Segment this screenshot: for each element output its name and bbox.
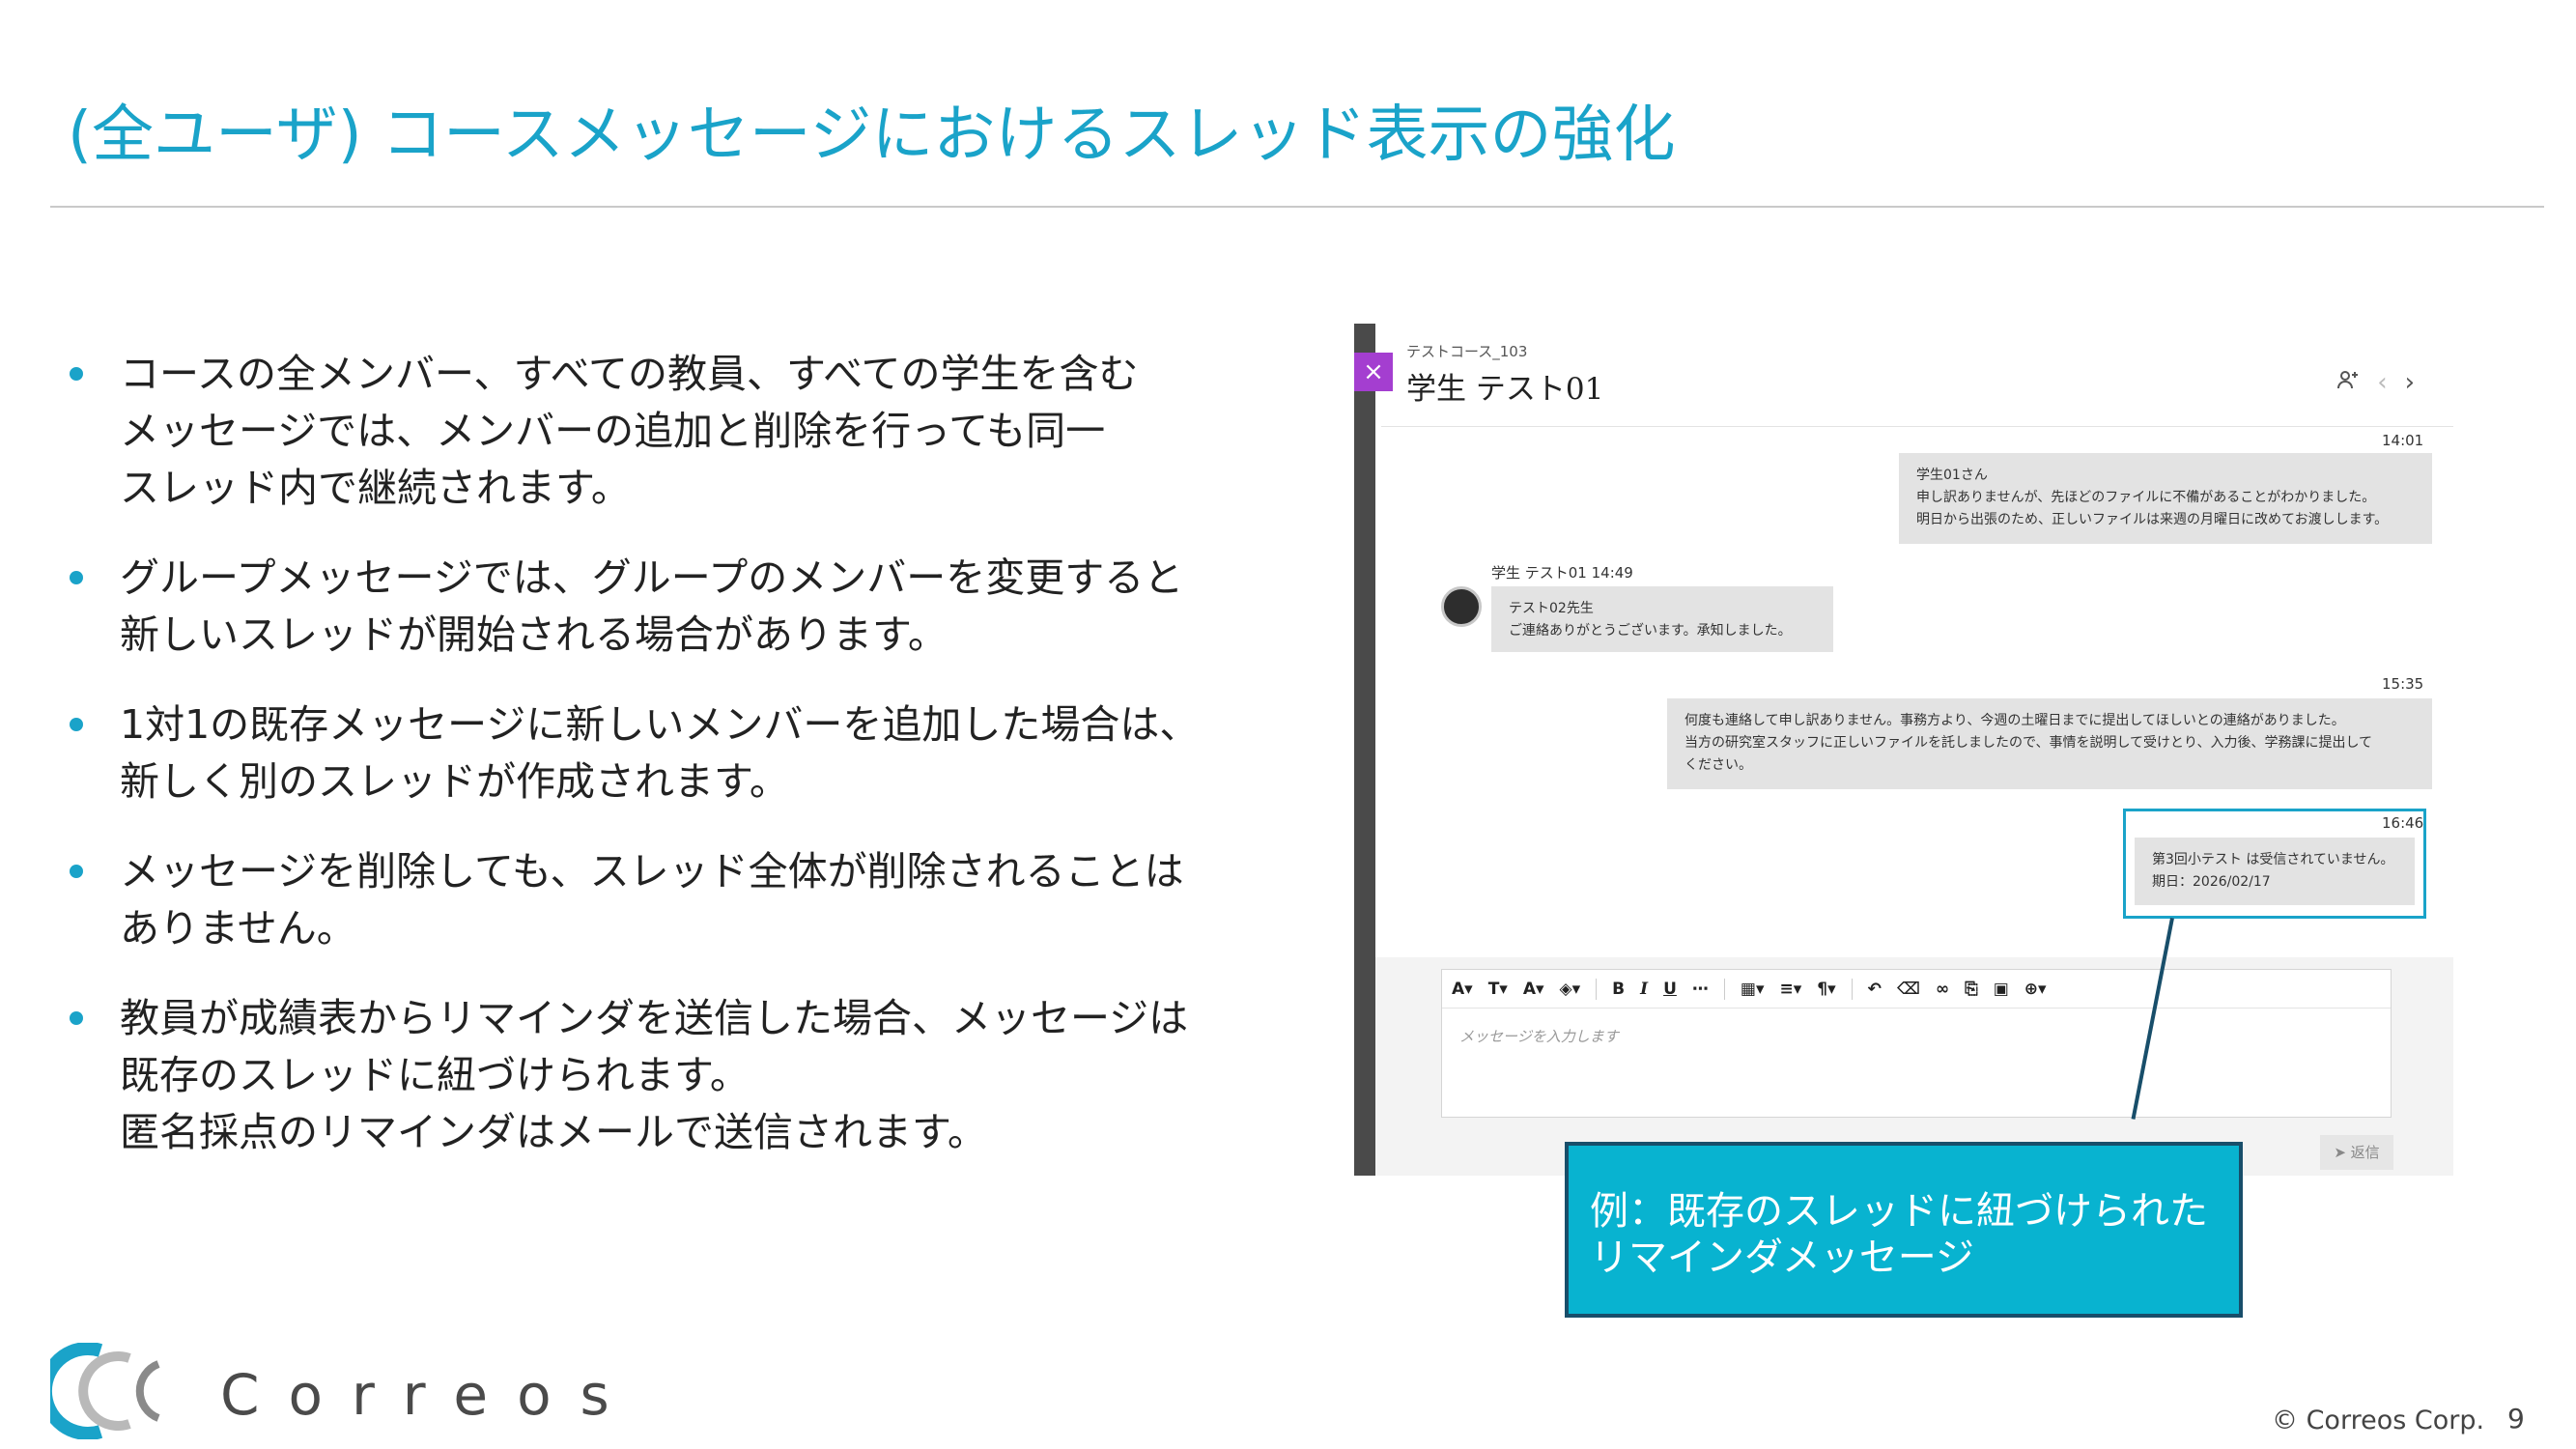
course-name: テストコース_103 (1406, 343, 1528, 360)
slide-title: (全ユーザ) コースメッセージにおけるスレッド表示の強化 (68, 99, 1676, 171)
send-icon: ➤ (2334, 1144, 2346, 1161)
callout-text: 例：既存のスレッドに紐づけられた (1590, 1189, 2208, 1234)
editor-toolbar: A▾ T▾ A▾ ◈▾ B I U ⋯ ▦▾ ≡▾ ¶▾ ↶ ⌫ ∞ ⎘ ▣ ⊕… (1442, 970, 2391, 1009)
message-bubble: テスト02先生 ご連絡ありがとうございます。承知しました。 (1491, 586, 1833, 652)
header-divider (1381, 426, 2453, 427)
message-bubble: 何度も連絡して申し訳ありません。事務方より、今週の土曜日までに提出してほしいとの… (1667, 698, 2432, 789)
message-text: ください。 (1684, 757, 1752, 773)
link-icon[interactable]: ∞ (1936, 980, 1949, 999)
toolbar-separator (1596, 978, 1598, 1000)
bullet-item: グループメッセージでは、グループのメンバーを変更すると 新しいスレッドが開始され… (68, 550, 1294, 664)
bullet-line: ありません。 (120, 905, 356, 952)
font-style-icon[interactable]: A▾ (1452, 980, 1473, 999)
message-time: 14:01 (2382, 432, 2424, 449)
toolbar-separator (1851, 978, 1853, 1000)
bullet-line: 1対1の既存メッセージに新しいメンバーを追加した場合は、 (120, 701, 1200, 748)
bullet-dot (70, 865, 83, 878)
bullet-line: メッセージでは、メンバーの追加と削除を行っても同一 (120, 408, 1106, 454)
message-text: 申し訳ありませんが、先ほどのファイルに不備があることがわかりました。 (1916, 490, 2376, 505)
bullet-line: 既存のスレッドに紐づけられます。 (120, 1052, 750, 1098)
image-icon[interactable]: ▣ (1994, 980, 2009, 999)
message-text: 期日：2026/02/17 (2152, 874, 2271, 890)
message-text: 何度も連絡して申し訳ありません。事務方より、今週の土曜日までに提出してほしいとの… (1684, 713, 2345, 728)
bullet-item: メッセージを削除しても、スレッド全体が削除されることは ありません。 (68, 843, 1294, 957)
attachment-icon[interactable]: ⎘ (1965, 980, 1978, 999)
chevron-right-icon[interactable]: › (2405, 368, 2415, 398)
paragraph-style-icon[interactable]: T▾ (1488, 980, 1508, 999)
message-editor[interactable]: A▾ T▾ A▾ ◈▾ B I U ⋯ ▦▾ ≡▾ ¶▾ ↶ ⌫ ∞ ⎘ ▣ ⊕… (1441, 969, 2392, 1118)
table-icon[interactable]: ▦▾ (1741, 980, 1765, 999)
bullet-line: メッセージを削除しても、スレッド全体が削除されることは (120, 848, 1184, 895)
message-input-placeholder: メッセージを入力します (1459, 1028, 1619, 1045)
avatar (1441, 586, 1482, 627)
bullet-line: 教員が成績表からリマインダを送信した場合、メッセージは (120, 995, 1189, 1041)
highlight-icon[interactable]: ◈▾ (1560, 980, 1581, 999)
send-button-label: 返信 (2350, 1144, 2380, 1161)
footer-copyright: © Correos Corp. (2272, 1406, 2485, 1435)
callout-box: 例：既存のスレッドに紐づけられた リマインダメッセージ (1565, 1142, 2243, 1318)
message-text: 学生01さん (1916, 468, 1988, 483)
message-panel-screenshot: × テストコース_103 学生 テスト01 ‹ › 14:01 学生01さん 申… (1354, 324, 2453, 1176)
company-logo-icon (50, 1343, 160, 1439)
underline-icon[interactable]: U (1663, 980, 1677, 999)
insert-content-icon[interactable]: ⊕▾ (2024, 980, 2047, 999)
clear-format-icon[interactable]: ⌫ (1897, 980, 1920, 999)
bold-icon[interactable]: B (1612, 980, 1625, 999)
bullet-item: 教員が成績表からリマインダを送信した場合、メッセージは 既存のスレッドに紐づけら… (68, 990, 1294, 1161)
bullet-dot (70, 571, 83, 584)
bullet-dot (70, 1011, 83, 1025)
bullet-list: コースの全メンバー、すべての教員、すべての学生を含む メッセージでは、メンバーの… (68, 346, 1294, 1194)
company-logo-text: Correos (220, 1362, 638, 1428)
message-text: 明日から出張のため、正しいファイルは来週の月曜日に改めてお渡しします。 (1916, 512, 2389, 527)
align-icon[interactable]: ≡▾ (1780, 980, 1802, 999)
add-member-icon[interactable] (2336, 368, 2360, 398)
more-formatting-icon[interactable]: ⋯ (1692, 980, 1709, 999)
message-text: テスト02先生 (1509, 601, 1594, 616)
callout-text: リマインダメッセージ (1590, 1236, 1974, 1280)
bullet-line: コースの全メンバー、すべての教員、すべての学生を含む (120, 351, 1139, 397)
page-number: 9 (2507, 1403, 2525, 1435)
bullet-line: スレッド内で継続されます。 (120, 465, 631, 511)
send-button[interactable]: ➤ 返信 (2320, 1135, 2393, 1170)
bullet-line: 匿名採点のリマインダはメールで送信されます。 (120, 1109, 987, 1155)
bullet-item: コースの全メンバー、すべての教員、すべての学生を含む メッセージでは、メンバーの… (68, 346, 1294, 517)
message-text: 第3回小テスト は受信されていません。 (2152, 852, 2394, 867)
bullet-dot (70, 718, 83, 731)
toolbar-separator (1723, 978, 1725, 1000)
title-divider (50, 206, 2544, 208)
italic-icon[interactable]: I (1640, 980, 1648, 999)
close-button[interactable]: × (1354, 353, 1393, 391)
conversation-title: 学生 テスト01 (1406, 372, 1604, 407)
paragraph-icon[interactable]: ¶▾ (1817, 980, 1835, 999)
bullet-line: 新しく別のスレッドが作成されます。 (120, 758, 789, 805)
bullet-dot (70, 367, 83, 381)
bullet-item: 1対1の既存メッセージに新しいメンバーを追加した場合は、 新しく別のスレッドが作… (68, 696, 1294, 810)
undo-icon[interactable]: ↶ (1868, 980, 1882, 999)
header-actions: ‹ › (2336, 368, 2415, 398)
message-sender: 学生 テスト01 14:49 (1491, 564, 1633, 582)
font-size-icon[interactable]: A▾ (1523, 980, 1544, 999)
message-text: 当方の研究室スタッフに正しいファイルを託しましたので、事情を説明して受けとり、入… (1684, 735, 2373, 751)
bullet-line: グループメッセージでは、グループのメンバーを変更すると (120, 554, 1184, 601)
message-time: 15:35 (2382, 675, 2424, 693)
reminder-message-bubble: 第3回小テスト は受信されていません。 期日：2026/02/17 (2135, 838, 2415, 905)
panel-left-bar (1354, 324, 1375, 1176)
message-bubble: 学生01さん 申し訳ありませんが、先ほどのファイルに不備があることがわかりました… (1899, 453, 2432, 544)
chevron-left-icon[interactable]: ‹ (2377, 368, 2387, 398)
bullet-line: 新しいスレッドが開始される場合があります。 (120, 611, 948, 658)
message-text: ご連絡ありがとうございます。承知しました。 (1509, 623, 1792, 639)
message-time: 16:46 (2382, 814, 2424, 832)
